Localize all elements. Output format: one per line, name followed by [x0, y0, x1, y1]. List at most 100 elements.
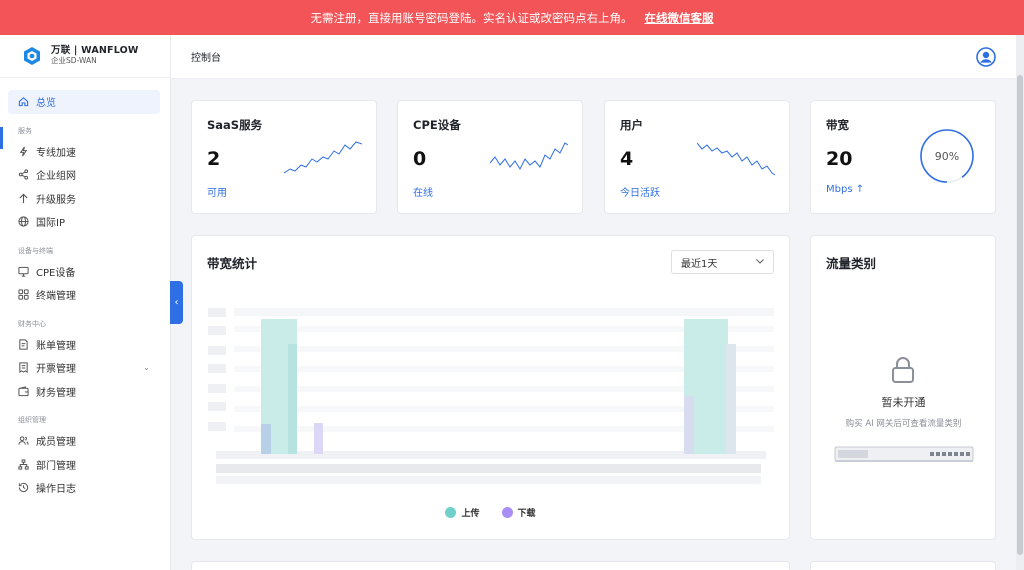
bandwidth-gauge-label: 90% [934, 149, 960, 163]
notice-banner: 无需注册，直接用账号密码登陆。实名认证或改密码点右上角。 在线微信客服 [0, 0, 1024, 35]
sidebar-item-label: 总览 [36, 98, 56, 110]
users-card: 用户 4 今日活跃 [604, 100, 790, 214]
sidebar-item-departments[interactable]: 部门管理 [0, 453, 170, 477]
chart-legend: 上传 下载 [192, 506, 789, 519]
bill-icon [18, 339, 29, 350]
bandwidth-sub[interactable]: Mbps ↑ [826, 184, 864, 195]
chevron-down-icon: ⌄ [143, 363, 150, 373]
sidebar-item-label: 国际IP [36, 218, 65, 230]
sidebar-item-logs[interactable]: 操作日志 [0, 476, 170, 500]
sidebar-item-terminals[interactable]: 终端管理 [0, 283, 170, 307]
users-title: 用户 [620, 118, 643, 132]
arrow-up-icon [18, 193, 29, 204]
time-range-select[interactable]: 最近1天 [671, 250, 774, 274]
sidebar-item-members[interactable]: 成员管理 [0, 429, 170, 453]
bottom-card-left [191, 561, 790, 570]
time-range-value: 最近1天 [681, 258, 718, 270]
user-avatar-icon[interactable] [976, 47, 996, 67]
wallet-icon [18, 386, 29, 397]
legend-download-label: 下载 [517, 509, 536, 519]
scroll-thumb[interactable] [1017, 75, 1023, 555]
saas-sub[interactable]: 可用 [207, 184, 227, 199]
sidebar-item-label: 部门管理 [36, 460, 76, 472]
upload-dot [445, 507, 457, 518]
sidebar-item-cpe[interactable]: CPE设备 [0, 260, 170, 284]
sidebar-section-org: 组织管理 [18, 416, 46, 424]
org-icon [18, 459, 29, 470]
traffic-category-card: 流量类别 暂未开通 购买 AI 网关后可查看流量类别 [810, 235, 996, 540]
saas-card: SaaS服务 2 可用 [191, 100, 377, 214]
sidebar-item-invoices[interactable]: 开票管理 ⌄ [0, 356, 170, 380]
invoice-icon [18, 362, 29, 374]
bandwidth-value: 20 [826, 148, 853, 170]
wechat-support-link[interactable]: 在线微信客服 [645, 10, 714, 26]
traffic-empty-title: 暂未开通 [881, 396, 926, 409]
saas-value: 2 [207, 148, 221, 170]
sidebar-section-devices: 设备与终端 [18, 246, 53, 255]
bandwidth-chart-card: 带宽统计 最近1天 上传 下载 [191, 235, 790, 540]
sidebar-item-label: 成员管理 [36, 437, 76, 449]
globe-icon [18, 216, 29, 227]
chevron-down-icon [756, 259, 764, 264]
home-icon [18, 96, 29, 107]
page-scrollbar[interactable] [1016, 35, 1024, 570]
bandwidth-chart-title: 带宽统计 [207, 256, 258, 271]
bandwidth-title: 带宽 [826, 118, 849, 132]
gateway-device-image [834, 446, 974, 462]
cpe-title: CPE设备 [413, 118, 461, 132]
legend-upload-label: 上传 [461, 509, 480, 519]
banner-message: 无需注册，直接用账号密码登陆。实名认证或改密码点右上角。 [310, 10, 633, 25]
cpe-card: CPE设备 0 在线 [397, 100, 583, 214]
cpe-value: 0 [413, 148, 427, 170]
bottom-card-right [810, 561, 996, 570]
sidebar-item-label: CPE设备 [36, 267, 76, 279]
lock-icon [892, 357, 914, 383]
sidebar-item-bills[interactable]: 账单管理 [0, 333, 170, 357]
chevron-left-icon: ‹ [174, 297, 179, 308]
cpe-sparkline [490, 142, 568, 171]
sidebar-item-label: 操作日志 [36, 484, 76, 496]
sidebar-item-label: 终端管理 [36, 291, 76, 303]
sidebar-item-label: 升级服务 [36, 194, 76, 206]
grid-icon [18, 289, 29, 300]
traffic-title: 流量类别 [826, 256, 877, 271]
monitor-icon [18, 266, 29, 277]
saas-title: SaaS服务 [207, 118, 263, 132]
sidebar-item-label: 专线加速 [36, 147, 76, 159]
legend-download[interactable]: 下载 [501, 506, 536, 519]
sidebar-item-label: 财务管理 [36, 387, 76, 399]
users-value: 4 [620, 148, 634, 170]
share-icon [18, 169, 29, 180]
users-icon [18, 435, 29, 446]
history-icon [18, 482, 29, 493]
legend-upload[interactable]: 上传 [445, 506, 480, 519]
saas-sparkline [284, 141, 362, 174]
sidebar-item-networking[interactable]: 企业组网 [0, 163, 170, 187]
brand[interactable]: 万联 | WANFLOW 企业SD-WAN [0, 35, 170, 78]
sidebar-item-intl-ip[interactable]: 国际IP [0, 210, 170, 234]
sidebar-nav: 总览 服务 专线加速 企业组网 升级服务 国际IP 设备与终端 CPE设备 终端… [0, 78, 170, 500]
sidebar-collapse-button[interactable]: ‹ [170, 281, 183, 324]
bandwidth-chart-placeholder [208, 308, 774, 484]
sidebar-item-label: 企业组网 [36, 171, 76, 183]
bolt-icon [18, 146, 29, 157]
sidebar-item-overview[interactable]: 总览 [8, 90, 160, 114]
top-header: 控制台 [171, 35, 1016, 79]
wanflow-logo-icon [24, 47, 40, 65]
brand-subtitle: 企业SD-WAN [51, 56, 97, 66]
users-sparkline [697, 142, 775, 176]
sidebar-section-services: 服务 [18, 126, 32, 135]
cpe-sub[interactable]: 在线 [413, 184, 433, 199]
sidebar-item-finance[interactable]: 财务管理 [0, 380, 170, 404]
sidebar-section-finance: 财务中心 [18, 319, 46, 328]
download-dot [501, 507, 513, 518]
users-sub[interactable]: 今日活跃 [620, 184, 660, 199]
bandwidth-card: 带宽 20 Mbps ↑ 90% [810, 100, 996, 214]
sidebar-item-label: 开票管理 [36, 364, 76, 376]
sidebar-item-upgrade[interactable]: 升级服务 [0, 187, 170, 211]
sidebar-item-label: 账单管理 [36, 340, 76, 352]
sidebar-item-dedicated-line[interactable]: 专线加速 [0, 140, 170, 164]
page-title: 控制台 [191, 53, 221, 64]
sidebar: 万联 | WANFLOW 企业SD-WAN 总览 服务 专线加速 企业组网 升级… [0, 35, 171, 570]
traffic-empty-subtitle: 购买 AI 网关后可查看流量类别 [845, 419, 962, 429]
